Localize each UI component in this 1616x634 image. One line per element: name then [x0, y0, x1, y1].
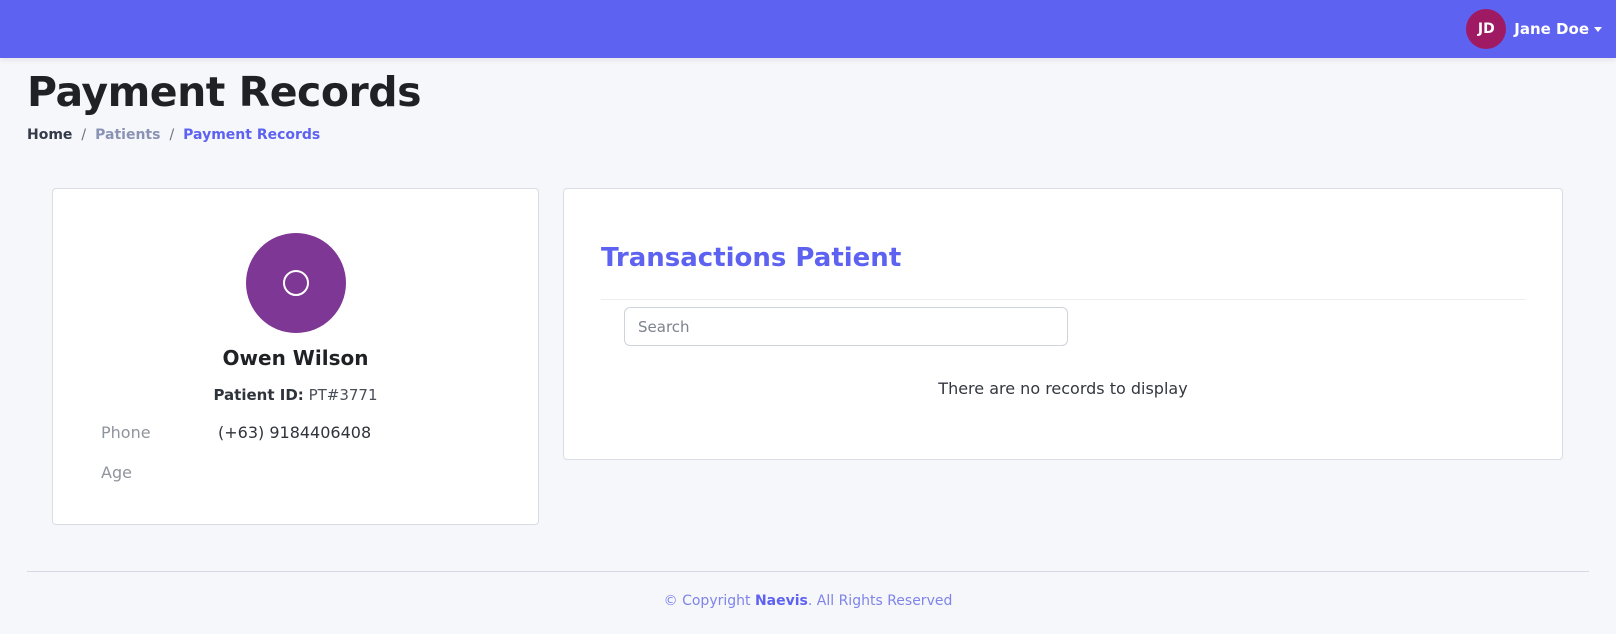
- footer: © Copyright Naevis. All Rights Reserved: [0, 593, 1616, 609]
- phone-label: Phone: [101, 423, 151, 442]
- caret-down-icon[interactable]: [1594, 26, 1602, 32]
- empty-records-message: There are no records to display: [938, 379, 1188, 398]
- user-menu-toggle[interactable]: JD Jane Doe: [1466, 9, 1602, 49]
- search-input[interactable]: [624, 307, 1068, 346]
- footer-brand: Naevis: [754, 593, 808, 609]
- user-name[interactable]: Jane Doe: [1514, 20, 1589, 38]
- patient-avatar: [246, 233, 346, 333]
- page-title: Payment Records: [27, 68, 422, 116]
- user-avatar[interactable]: JD: [1466, 9, 1507, 49]
- breadcrumb-current: Payment Records: [183, 127, 321, 143]
- phone-value: (+63) 9184406408: [218, 423, 372, 442]
- patient-id-value: PT#3771: [308, 386, 378, 404]
- patient-profile-card: Owen Wilson Patient ID: PT#3771 Phone (+…: [52, 188, 539, 525]
- breadcrumb: Home / Patients / Payment Records: [27, 127, 320, 143]
- top-navbar: JD Jane Doe: [0, 0, 1616, 58]
- footer-copyright-suffix: . All Rights Reserved: [807, 593, 953, 609]
- transactions-card: Transactions Patient There are no record…: [563, 188, 1563, 460]
- footer-copyright-prefix: © Copyright: [663, 593, 755, 609]
- circle-icon: [283, 270, 309, 296]
- patient-id: Patient ID: PT#3771: [53, 386, 538, 404]
- patient-id-label: Patient ID:: [213, 386, 304, 404]
- divider: [601, 299, 1526, 300]
- patient-name: Owen Wilson: [222, 346, 369, 370]
- breadcrumb-separator: /: [169, 127, 175, 143]
- age-label: Age: [101, 463, 132, 482]
- transactions-title: Transactions Patient: [601, 243, 902, 273]
- breadcrumb-home-link[interactable]: Home: [27, 127, 72, 143]
- breadcrumb-separator: /: [81, 127, 87, 143]
- breadcrumb-patients-link[interactable]: Patients: [95, 127, 160, 143]
- footer-divider: [27, 571, 1589, 572]
